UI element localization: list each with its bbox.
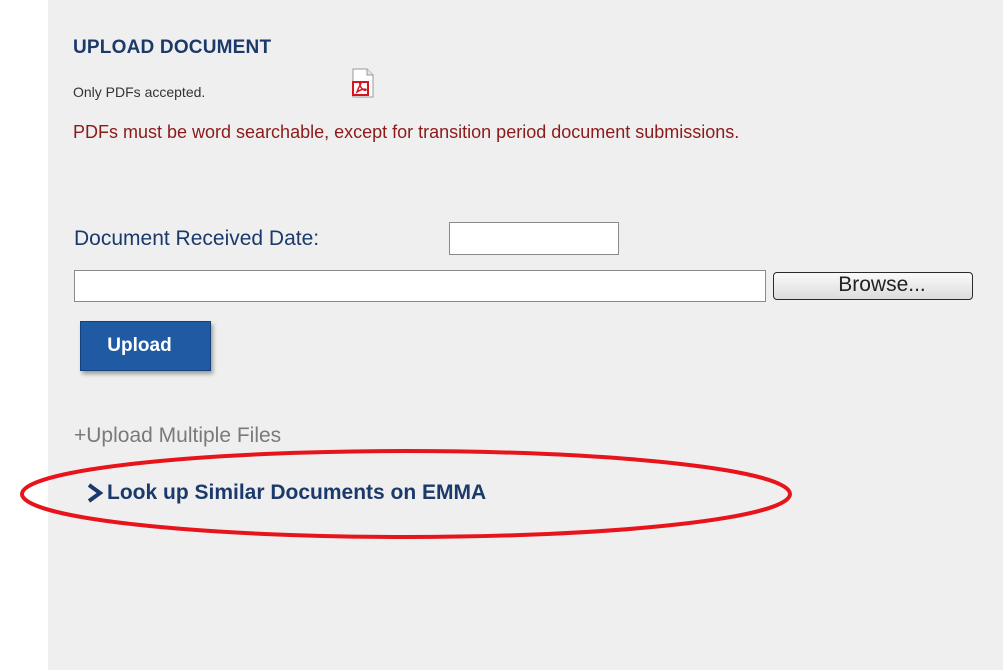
file-path-input[interactable] [74, 270, 766, 302]
document-received-date-input[interactable] [449, 222, 619, 255]
upload-document-heading: UPLOAD DOCUMENT [73, 37, 272, 58]
document-received-date-label: Document Received Date: [74, 227, 320, 250]
look-up-similar-documents-label: Look up Similar Documents on EMMA [107, 481, 487, 504]
only-pdfs-note: Only PDFs accepted. [73, 84, 206, 100]
upload-button[interactable]: Upload [80, 321, 211, 371]
pdf-searchable-warning: PDFs must be word searchable, except for… [73, 122, 740, 142]
upload-multiple-files-link[interactable]: +Upload Multiple Files [74, 424, 281, 448]
chevron-right-icon [87, 483, 104, 503]
look-up-similar-documents-link[interactable]: Look up Similar Documents on EMMA [86, 481, 486, 505]
browse-button[interactable]: Browse... [773, 272, 973, 300]
pdf-file-icon [352, 68, 374, 98]
